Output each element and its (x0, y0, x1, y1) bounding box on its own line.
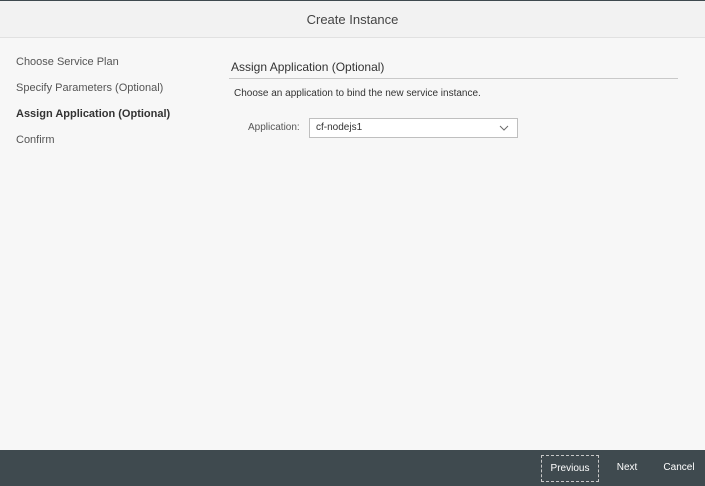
previous-button[interactable]: Previous (541, 455, 599, 482)
chevron-down-icon[interactable] (499, 123, 509, 133)
dialog-footer: Previous Next Cancel (0, 450, 705, 486)
application-select[interactable]: cf-nodejs1 (309, 118, 518, 138)
cancel-button[interactable]: Cancel (656, 456, 702, 480)
section-title: Assign Application (Optional) (229, 58, 678, 79)
wizard-steps: Choose Service Plan Specify Parameters (… (16, 56, 206, 160)
step-assign-application[interactable]: Assign Application (Optional) (16, 108, 206, 134)
application-select-value: cf-nodejs1 (316, 122, 363, 133)
section-description: Choose an application to bind the new se… (234, 88, 481, 99)
application-form-row: Application: cf-nodejs1 (229, 118, 678, 138)
step-choose-service-plan[interactable]: Choose Service Plan (16, 56, 206, 82)
application-label: Application: (248, 122, 300, 133)
dialog-title: Create Instance (306, 12, 399, 27)
step-content: Assign Application (Optional) Choose an … (229, 58, 678, 138)
next-button[interactable]: Next (609, 456, 645, 480)
step-specify-parameters[interactable]: Specify Parameters (Optional) (16, 82, 206, 108)
dialog-header: Create Instance (0, 1, 705, 38)
create-instance-dialog: Create Instance Choose Service Plan Spec… (0, 0, 705, 486)
step-confirm[interactable]: Confirm (16, 134, 206, 160)
